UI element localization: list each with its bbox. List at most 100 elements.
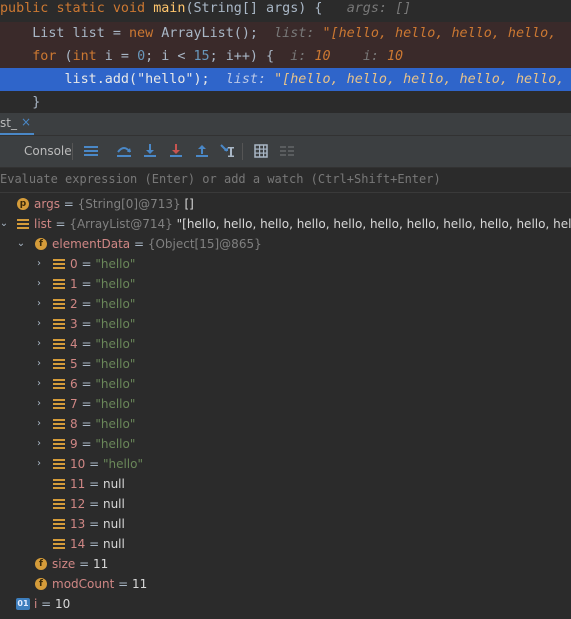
array-item-row[interactable]: 13 = null (0, 514, 571, 534)
equals-sign: = (77, 297, 96, 311)
chevron-right-icon[interactable]: › (33, 294, 45, 314)
evaluate-expression-field[interactable]: Evaluate expression (Enter) or add a wat… (0, 168, 571, 193)
list-icon (53, 518, 65, 530)
active-tab-underline (0, 133, 34, 135)
code-line-for[interactable]: for (int i = 0; i < 15; i++) { i: 10 i: … (0, 45, 571, 68)
for-incr: ; i++) { (209, 49, 275, 64)
chevron-down-icon[interactable]: ⌄ (0, 214, 10, 234)
variable-name: args (34, 197, 60, 211)
keyword-public: public (0, 1, 49, 16)
variable-type: {Object[15]@865} (147, 237, 262, 251)
tab-console[interactable]: Console (24, 144, 72, 158)
code-line-brace[interactable]: } (0, 91, 571, 113)
variable-row-list[interactable]: ⌄ list = {ArrayList@714} "[hello, hello,… (0, 214, 571, 234)
variable-name: size (52, 557, 76, 571)
method-name: main (153, 1, 186, 16)
array-item-row[interactable]: › 5 = "hello" (0, 354, 571, 374)
list-icon (53, 538, 65, 550)
inline-hint-value: [] (395, 1, 412, 16)
debug-tab-title[interactable]: st_ (0, 116, 17, 130)
item-value: "hello" (95, 357, 136, 371)
variable-name: list (34, 217, 52, 231)
code-line-current[interactable]: list.add("hello"); list: "[hello, hello,… (0, 68, 571, 91)
run-to-cursor-icon[interactable] (219, 142, 237, 160)
step-out-icon[interactable] (193, 142, 211, 160)
step-over-icon[interactable] (115, 142, 133, 160)
inline-hint-value: "[hello, hello, hello, hello, hello, (274, 72, 565, 87)
item-index: 4 (70, 337, 78, 351)
code-line-list-decl[interactable]: List list = new ArrayList(); list: "[hel… (0, 22, 571, 45)
toolbar-divider (72, 143, 73, 160)
keyword-int: int (72, 49, 97, 64)
array-item-row[interactable]: 14 = null (0, 534, 571, 554)
array-item-row[interactable]: › 4 = "hello" (0, 334, 571, 354)
trace-icon[interactable] (278, 142, 296, 160)
array-item-row[interactable]: › 0 = "hello" (0, 254, 571, 274)
item-index: 8 (70, 417, 78, 431)
array-item-row[interactable]: 11 = null (0, 474, 571, 494)
equals-sign: = (77, 337, 96, 351)
chevron-down-icon[interactable]: ⌄ (15, 234, 27, 254)
array-item-row[interactable]: › 3 = "hello" (0, 314, 571, 334)
array-item-row[interactable]: › 1 = "hello" (0, 274, 571, 294)
list-icon (53, 438, 65, 450)
close-icon[interactable]: × (21, 115, 31, 129)
item-value: null (102, 477, 125, 491)
array-item-row[interactable]: › 6 = "hello" (0, 374, 571, 394)
array-item-row[interactable]: › 7 = "hello" (0, 394, 571, 414)
array-item-row[interactable]: › 8 = "hello" (0, 414, 571, 434)
code-line-main[interactable]: public static void main(String[] args) {… (0, 0, 571, 20)
primitive-icon: 01 (16, 598, 30, 610)
variable-row-i[interactable]: 01 i = 10 (0, 594, 571, 614)
item-value: "hello" (102, 457, 144, 471)
variable-value: 11 (92, 557, 109, 571)
equals-sign: = (85, 477, 103, 491)
chevron-right-icon[interactable]: › (33, 434, 45, 454)
variable-row-elementdata[interactable]: ⌄ f elementData = {Object[15]@865} (0, 234, 571, 254)
field-icon: f (35, 238, 47, 250)
add-close: ); (193, 72, 210, 87)
item-index: 12 (70, 497, 86, 511)
list-icon (53, 378, 65, 390)
item-index: 1 (70, 277, 78, 291)
variable-type: {String[0]@713} (77, 197, 181, 211)
array-item-row[interactable]: › 2 = "hello" (0, 294, 571, 314)
step-into-icon[interactable] (141, 142, 159, 160)
equals-sign: = (85, 537, 103, 551)
equals-sign: = (75, 557, 93, 571)
menu-icon[interactable] (82, 142, 100, 160)
list-icon (53, 358, 65, 370)
code-editor[interactable]: public static void main(String[] args) {… (0, 0, 571, 113)
keyword-void: void (112, 1, 146, 16)
item-index: 0 (70, 257, 78, 271)
evaluate-icon[interactable] (252, 142, 270, 160)
equals-sign: = (77, 317, 96, 331)
variable-row-size[interactable]: f size = 11 (0, 554, 571, 574)
chevron-right-icon[interactable]: › (33, 414, 45, 434)
array-item-row[interactable]: › 10 = "hello" (0, 454, 571, 474)
chevron-right-icon[interactable]: › (33, 334, 45, 354)
list-icon (53, 318, 65, 330)
array-item-row[interactable]: 12 = null (0, 494, 571, 514)
inline-hint-value: 10 (314, 49, 331, 64)
item-value: "hello" (95, 317, 136, 331)
variable-value: 10 (55, 597, 71, 611)
item-index: 10 (70, 457, 86, 471)
array-item-row[interactable]: › 9 = "hello" (0, 434, 571, 454)
chevron-right-icon[interactable]: › (33, 394, 45, 414)
item-index: 3 (70, 317, 78, 331)
variable-type: {ArrayList@714} (69, 217, 173, 231)
force-step-into-icon[interactable] (167, 142, 185, 160)
variable-row-args[interactable]: p args = {String[0]@713} [] (0, 194, 571, 214)
chevron-right-icon[interactable]: › (33, 374, 45, 394)
for-cond: ; i < (145, 49, 194, 64)
inline-hint-label: i: (290, 49, 307, 64)
chevron-right-icon[interactable]: › (33, 274, 45, 294)
equals-sign: = (130, 237, 148, 251)
chevron-right-icon[interactable]: › (33, 454, 45, 474)
variable-row-modcount[interactable]: f modCount = 11 (0, 574, 571, 594)
chevron-right-icon[interactable]: › (33, 254, 45, 274)
chevron-right-icon[interactable]: › (33, 314, 45, 334)
variable-name: modCount (52, 577, 115, 591)
chevron-right-icon[interactable]: › (33, 354, 45, 374)
